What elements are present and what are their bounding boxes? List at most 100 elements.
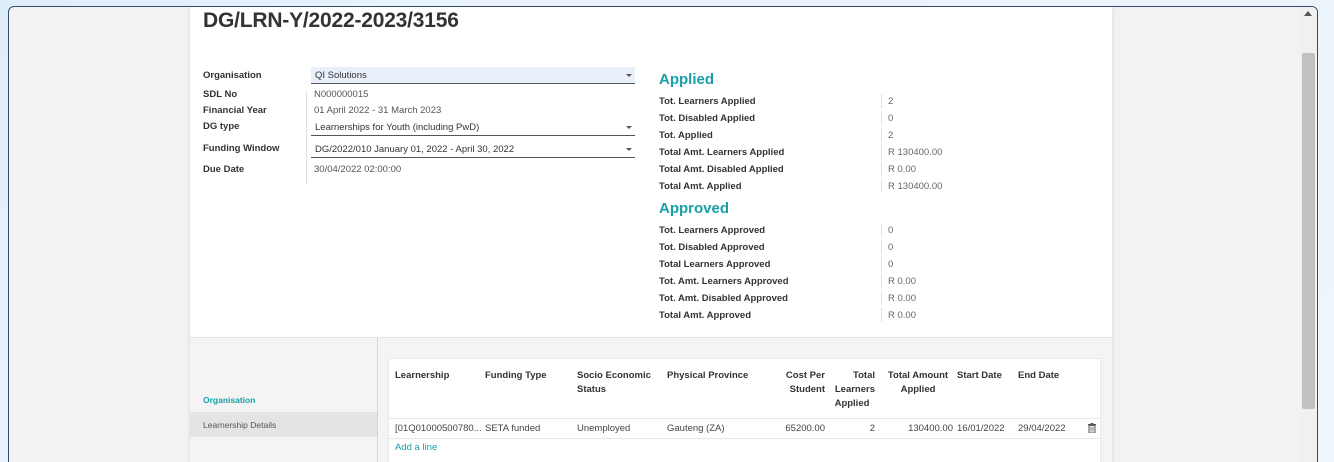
approved-stat-row: Total Learners Approved 0 (659, 256, 1059, 272)
applied-stat-label: Tot. Applied (659, 129, 713, 141)
app-window: DG/LRN-Y/2022-2023/3156 Organisation QI … (8, 6, 1318, 462)
financial-year-row: Financial Year (203, 102, 311, 118)
approved-stat-label: Tot. Amt. Disabled Approved (659, 292, 788, 304)
caret-down-icon (626, 74, 632, 77)
stat-separator (881, 308, 882, 322)
scroll-up-arrow-icon[interactable] (1304, 11, 1312, 16)
applied-stat-value: R 130400.00 (888, 146, 943, 158)
col-socio-line2: Status (577, 384, 607, 395)
form-sheet: DG/LRN-Y/2022-2023/3156 Organisation QI … (190, 7, 1112, 462)
applied-stat-label: Total Amt. Applied (659, 180, 742, 192)
cell-province: Gauteng (ZA) (667, 423, 725, 434)
trash-icon[interactable] (1088, 423, 1096, 433)
col-total-amount[interactable]: Total Amount Applied (883, 369, 953, 397)
due-date-value[interactable]: 30/04/2022 02:00:00 (314, 164, 401, 175)
page-title: DG/LRN-Y/2022-2023/3156 (203, 9, 459, 32)
approved-stat-label: Total Learners Approved (659, 258, 771, 270)
approved-stat-value: R 0.00 (888, 275, 916, 287)
approved-stat-row: Total Amt. Approved R 0.00 (659, 307, 1059, 323)
approved-heading: Approved (659, 200, 730, 217)
approved-stat-value: 0 (888, 258, 894, 270)
stat-separator (881, 223, 882, 237)
applied-stat-value: 0 (888, 112, 894, 124)
approved-stat-label: Tot. Disabled Approved (659, 241, 765, 253)
col-start-date[interactable]: Start Date (957, 369, 1002, 383)
form-separator (306, 91, 307, 185)
stat-separator (881, 291, 882, 305)
dg-type-label: DG type (203, 120, 240, 132)
table-row[interactable]: [01Q01000500780... SETA funded Unemploye… (389, 418, 1100, 439)
col-physical-province[interactable]: Physical Province (667, 369, 748, 383)
col-total-learners[interactable]: Total Learners Applied (829, 369, 875, 411)
applied-stat-row: Tot. Applied 2 (659, 127, 1059, 143)
funding-window-row: Funding Window (203, 140, 311, 156)
col-cost-per-student[interactable]: Cost Per Student (779, 369, 825, 397)
cell-learnership: [01Q01000500780... (395, 423, 482, 434)
due-date-label: Due Date (203, 163, 245, 175)
col-learnership[interactable]: Learnership (395, 369, 449, 383)
col-total-line1: Total (853, 370, 875, 381)
approved-stat-row: Tot. Disabled Approved 0 (659, 239, 1059, 255)
applied-stat-row: Total Amt. Applied R 130400.00 (659, 178, 1059, 194)
applied-stat-value: R 0.00 (888, 163, 916, 175)
approved-stat-row: Tot. Amt. Learners Approved R 0.00 (659, 273, 1059, 289)
col-total-line2: Learners (834, 384, 875, 395)
stat-separator (881, 257, 882, 271)
tab-learnership-details[interactable]: Learnership Details (190, 412, 377, 437)
cell-start-date: 16/01/2022 (957, 423, 1005, 434)
dg-type-value: Learnerships for Youth (including PwD) (315, 121, 480, 133)
funding-window-value: DG/2022/010 January 01, 2022 - April 30,… (315, 143, 515, 155)
col-funding-type[interactable]: Funding Type (485, 369, 547, 383)
approved-stat-value: 0 (888, 241, 894, 253)
cell-cost: 65200.00 (785, 423, 825, 434)
stat-separator (881, 94, 882, 108)
applied-stat-row: Total Amt. Disabled Applied R 0.00 (659, 161, 1059, 177)
cell-amount: 130400.00 (908, 423, 953, 434)
col-amount-line1: Total Amount (887, 370, 949, 381)
applied-stat-value: R 130400.00 (888, 180, 943, 192)
sdl-value: N000000015 (314, 89, 369, 100)
approved-stat-value: R 0.00 (888, 309, 916, 321)
col-socio-line1: Socio Economic (577, 370, 651, 381)
cell-end-date: 29/04/2022 (1018, 423, 1066, 434)
caret-down-icon (626, 126, 632, 129)
funding-window-select[interactable]: DG/2022/010 January 01, 2022 - April 30,… (311, 141, 635, 158)
organisation-row: Organisation (203, 67, 311, 83)
col-end-date[interactable]: End Date (1018, 369, 1059, 383)
dg-type-row: DG type (203, 118, 311, 134)
applied-stat-row: Tot. Learners Applied 2 (659, 93, 1059, 109)
stat-separator (881, 162, 882, 176)
dg-type-select[interactable]: Learnerships for Youth (including PwD) (311, 119, 635, 136)
approved-stat-row: Tot. Learners Approved 0 (659, 222, 1059, 238)
approved-stat-label: Total Amt. Approved (659, 309, 752, 321)
approved-stat-label: Tot. Learners Approved (659, 224, 766, 236)
col-amount-line2: Applied (900, 384, 936, 395)
col-socio-economic[interactable]: Socio Economic Status (577, 369, 651, 397)
organisation-value: QI Solutions (315, 69, 367, 81)
vertical-scrollbar[interactable] (1300, 7, 1317, 462)
tab-divider (377, 338, 378, 462)
stat-separator (881, 274, 882, 288)
applied-stat-label: Tot. Learners Applied (659, 95, 756, 107)
sdl-row: SDL No (203, 86, 311, 102)
applied-stat-row: Total Amt. Learners Applied R 130400.00 (659, 144, 1059, 160)
stat-separator (881, 145, 882, 159)
scroll-thumb[interactable] (1302, 53, 1315, 409)
applied-stat-label: Total Amt. Learners Applied (659, 146, 785, 158)
approved-stat-value: R 0.00 (888, 292, 916, 304)
add-a-line-link[interactable]: Add a line (395, 442, 437, 453)
tab-list: Organisation Learnership Details (190, 338, 377, 462)
col-cost-line1: Cost Per (785, 370, 825, 381)
caret-down-icon (626, 148, 632, 151)
stat-separator (881, 179, 882, 193)
applied-stat-value: 2 (888, 95, 894, 107)
financial-year-value: 01 April 2022 - 31 March 2023 (314, 105, 442, 116)
stat-separator (881, 128, 882, 142)
due-date-row: Due Date (203, 161, 311, 177)
applied-heading: Applied (659, 71, 714, 88)
applied-stat-row: Tot. Disabled Applied 0 (659, 110, 1059, 126)
stat-separator (881, 240, 882, 254)
organisation-select[interactable]: QI Solutions (311, 67, 635, 84)
tab-organisation[interactable]: Organisation (190, 387, 377, 412)
organisation-label: Organisation (203, 69, 262, 81)
